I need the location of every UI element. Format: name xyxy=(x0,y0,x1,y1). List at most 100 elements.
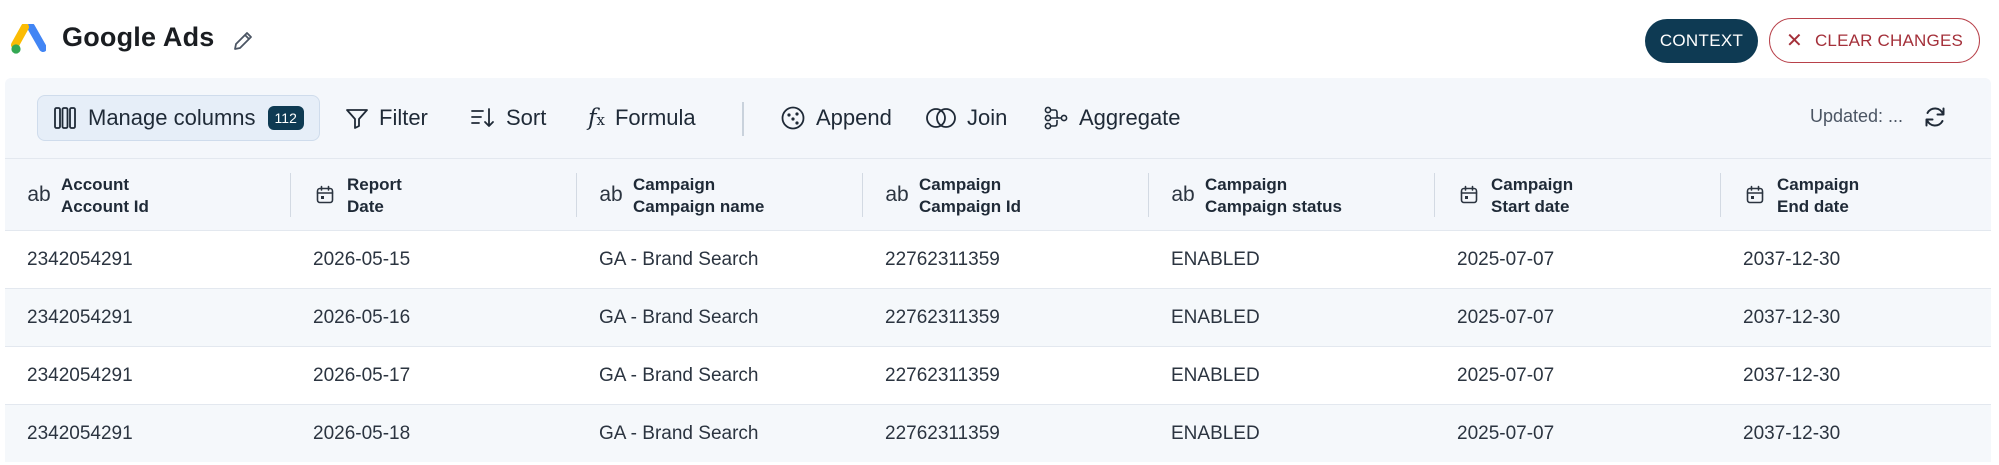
table-cell[interactable]: ENABLED xyxy=(1149,289,1435,347)
table-header: ab Account Account Id Report Date ab Campaign C… xyxy=(5,158,1991,230)
column-header-field: Start date xyxy=(1491,197,1570,216)
column-header-group: Campaign xyxy=(1777,175,1860,194)
table-cell[interactable]: 2342054291 xyxy=(5,405,291,463)
column-header-group: Account xyxy=(61,175,129,194)
column-header[interactable]: Campaign Start date xyxy=(1435,159,1721,231)
column-header-field: Campaign Id xyxy=(919,197,1022,216)
table-cell[interactable]: 2025-07-07 xyxy=(1435,347,1721,405)
table-cell[interactable]: 2037-12-30 xyxy=(1721,289,1999,347)
table-cell[interactable]: 22762311359 xyxy=(863,405,1149,463)
column-header[interactable]: ab Campaign Campaign Id xyxy=(863,159,1149,231)
join-button[interactable]: Join xyxy=(925,95,1007,141)
table-cell[interactable]: 2026-05-18 xyxy=(291,405,577,463)
table-cell[interactable]: 2342054291 xyxy=(5,231,291,289)
table-cell[interactable]: 2342054291 xyxy=(5,289,291,347)
refresh-icon[interactable] xyxy=(1922,104,1948,130)
formula-label: Formula xyxy=(614,105,696,130)
column-header[interactable]: Report Date xyxy=(291,159,577,231)
column-header-field: Date xyxy=(347,197,384,216)
data-panel: Manage columns 112 Filter Sort fx Formul… xyxy=(5,78,1991,462)
aggregate-button[interactable]: Aggregate xyxy=(1043,95,1181,141)
calendar-icon xyxy=(1743,183,1767,207)
formula-icon: fx xyxy=(588,105,605,131)
table-cell[interactable]: ENABLED xyxy=(1149,405,1435,463)
column-header-label: Campaign Campaign name xyxy=(633,174,764,218)
column-header[interactable]: ab Campaign Campaign status xyxy=(1149,159,1435,231)
table-row[interactable]: 2342054291 2026-05-15 GA - Brand Search 227… xyxy=(5,230,1991,288)
table-cell[interactable]: GA - Brand Search xyxy=(577,347,863,405)
table-cell[interactable]: 22762311359 xyxy=(863,231,1149,289)
filter-icon xyxy=(346,109,368,129)
column-header-group: Campaign xyxy=(1491,175,1574,194)
table-row[interactable]: 2342054291 2026-05-17 GA - Brand Search 227… xyxy=(5,346,1991,404)
close-icon: ✕ xyxy=(1785,29,1803,52)
updated-status: Updated: ... xyxy=(1810,106,1904,126)
column-header[interactable]: ab Account Account Id xyxy=(5,159,291,231)
table-body: 2342054291 2026-05-15 GA - Brand Search 227… xyxy=(5,230,1991,462)
append-button[interactable]: Append xyxy=(780,95,892,141)
join-label: Join xyxy=(967,105,1008,130)
table-cell[interactable]: 22762311359 xyxy=(863,289,1149,347)
sort-icon xyxy=(471,108,494,127)
table-cell[interactable]: 2025-07-07 xyxy=(1435,289,1721,347)
google-ads-logo-icon xyxy=(11,24,46,54)
text-type-icon: ab xyxy=(885,183,909,206)
column-header-label: Report Date xyxy=(347,174,402,218)
page-title: Google Ads xyxy=(62,22,215,52)
join-icon xyxy=(926,108,956,128)
column-header-group: Campaign xyxy=(633,175,716,194)
column-header-field: Campaign name xyxy=(633,197,765,216)
column-header-group: Report xyxy=(347,175,402,194)
table-cell[interactable]: GA - Brand Search xyxy=(577,289,863,347)
column-header-group: Campaign xyxy=(919,175,1002,194)
table-cell[interactable]: 2026-05-17 xyxy=(291,347,577,405)
calendar-icon xyxy=(313,183,337,207)
table-cell[interactable]: 2025-07-07 xyxy=(1435,231,1721,289)
table-cell[interactable]: 22762311359 xyxy=(863,347,1149,405)
table-cell[interactable]: GA - Brand Search xyxy=(577,405,863,463)
column-header-field: Account Id xyxy=(61,197,149,216)
filter-label: Filter xyxy=(379,105,428,130)
text-type-icon: ab xyxy=(599,183,623,206)
calendar-icon xyxy=(1457,183,1481,207)
text-type-icon: ab xyxy=(1171,183,1195,206)
table-cell[interactable]: 2342054291 xyxy=(5,347,291,405)
manage-columns-button[interactable]: Manage columns 112 xyxy=(37,95,320,141)
filter-button[interactable]: Filter xyxy=(345,95,428,141)
table-cell[interactable]: 2026-05-15 xyxy=(291,231,577,289)
table-cell[interactable]: 2026-05-16 xyxy=(291,289,577,347)
table-cell[interactable]: ENABLED xyxy=(1149,231,1435,289)
column-header[interactable]: Campaign End date xyxy=(1721,159,1999,231)
column-header-label: Campaign Start date xyxy=(1491,174,1573,218)
table-row[interactable]: 2342054291 2026-05-16 GA - Brand Search 227… xyxy=(5,288,1991,346)
aggregate-icon xyxy=(1044,106,1068,130)
column-count-badge: 112 xyxy=(267,106,304,130)
context-button[interactable]: CONTEXT xyxy=(1645,19,1758,63)
sort-label: Sort xyxy=(506,105,547,130)
column-header-label: Account Account Id xyxy=(61,174,149,218)
table-cell[interactable]: 2037-12-30 xyxy=(1721,405,1999,463)
table-row[interactable]: 2342054291 2026-05-18 GA - Brand Search 227… xyxy=(5,404,1991,462)
toolbar-divider xyxy=(742,102,744,136)
sort-button[interactable]: Sort xyxy=(470,95,546,141)
edit-pencil-icon[interactable] xyxy=(230,28,256,54)
clear-changes-label: CLEAR CHANGES xyxy=(1814,30,1964,50)
column-header-label: Campaign Campaign Id xyxy=(919,174,1021,218)
append-label: Append xyxy=(816,105,892,130)
app-header: Google Ads CONTEXT ✕ CLEAR CHANGES xyxy=(0,0,1999,80)
table-cell[interactable]: ENABLED xyxy=(1149,347,1435,405)
manage-columns-label: Manage columns xyxy=(88,105,256,130)
table-cell[interactable]: 2037-12-30 xyxy=(1721,347,1999,405)
context-button-label: CONTEXT xyxy=(1659,31,1744,50)
data-table: ab Account Account Id Report Date ab Campaign C… xyxy=(5,158,1991,462)
column-header[interactable]: ab Campaign Campaign name xyxy=(577,159,863,231)
text-type-icon: ab xyxy=(27,183,51,206)
column-header-group: Campaign xyxy=(1205,175,1288,194)
clear-changes-button[interactable]: ✕ CLEAR CHANGES xyxy=(1769,18,1980,63)
table-cell[interactable]: 2037-12-30 xyxy=(1721,231,1999,289)
toolbar: Manage columns 112 Filter Sort fx Formul… xyxy=(5,78,1991,158)
formula-button[interactable]: fx Formula xyxy=(588,95,696,141)
table-cell[interactable]: 2025-07-07 xyxy=(1435,405,1721,463)
append-icon xyxy=(781,106,805,130)
table-cell[interactable]: GA - Brand Search xyxy=(577,231,863,289)
